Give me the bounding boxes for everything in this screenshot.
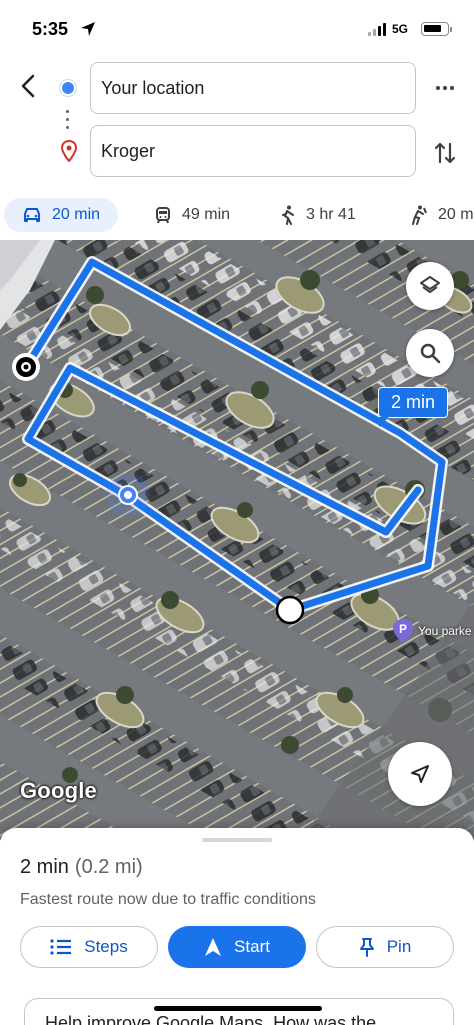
origin-dot-icon [62, 82, 74, 94]
status-bar: 5:35 5G [0, 0, 474, 58]
search-icon [420, 343, 441, 364]
walk-icon [282, 205, 294, 225]
parked-location-label[interactable]: P You parke [392, 618, 472, 644]
pin-button[interactable]: Pin [316, 926, 454, 968]
network-label: 5G [392, 22, 409, 36]
route-duration: 2 min [20, 856, 69, 878]
tab-rideshare[interactable]: 20 m [392, 198, 474, 232]
eta-callout[interactable]: 2 min [378, 387, 449, 427]
tab-driving[interactable]: 20 min [4, 198, 119, 232]
route-details-sheet: 2 min (0.2 mi) Fastest route now due to t… [0, 828, 474, 1025]
route-header: Your location Kroger [0, 58, 474, 194]
steps-label: Steps [84, 937, 128, 956]
list-icon [50, 939, 72, 955]
transit-icon [156, 207, 170, 224]
route-connector [66, 110, 70, 129]
tab-transit-label: 49 min [182, 206, 231, 223]
tab-walking-label: 3 hr 41 [306, 206, 356, 223]
destination-pin-icon [60, 140, 78, 162]
destination-field[interactable]: Kroger [90, 125, 416, 177]
status-time: 5:35 [32, 19, 69, 39]
parked-label-text: You parke [418, 624, 472, 638]
travel-mode-tabs: 20 min 49 min 3 hr 41 20 m [0, 194, 474, 240]
location-arrow-icon [81, 22, 95, 36]
layers-button[interactable] [406, 262, 454, 310]
origin-field[interactable]: Your location [90, 62, 416, 114]
sheet-grabber[interactable] [202, 838, 272, 842]
tab-driving-label: 20 min [52, 206, 101, 223]
pin-icon [359, 938, 374, 957]
car-icon [24, 208, 40, 222]
back-button[interactable] [14, 72, 42, 100]
route-description: Fastest route now due to traffic conditi… [20, 891, 316, 908]
tab-walking[interactable]: 3 hr 41 [262, 198, 374, 232]
back-icon [21, 74, 35, 98]
map-view[interactable]: 2 min P You parke Google [0, 240, 474, 840]
home-indicator [154, 1006, 322, 1011]
start-label: Start [234, 937, 270, 956]
parking-pin-icon: P [393, 619, 413, 643]
rideshare-icon [412, 205, 427, 225]
svg-text:P: P [399, 622, 407, 636]
start-button[interactable]: Start [168, 926, 306, 968]
navigate-button[interactable] [388, 742, 452, 806]
navigate-icon [411, 765, 429, 783]
swap-icon[interactable] [430, 138, 460, 168]
tab-rideshare-label: 20 m [438, 206, 474, 223]
more-options-button[interactable] [430, 78, 460, 98]
route-summary: 2 min (0.2 mi) [20, 856, 143, 879]
steps-button[interactable]: Steps [20, 926, 158, 968]
pin-label: Pin [386, 937, 412, 956]
layers-icon [420, 276, 440, 293]
google-attribution: Google [20, 778, 97, 803]
search-along-route-button[interactable] [406, 329, 454, 377]
tab-transit[interactable]: 49 min [136, 198, 248, 232]
feedback-card[interactable]: Help improve Google Maps. How was the [24, 998, 454, 1025]
route-distance: (0.2 mi) [74, 856, 143, 878]
battery-icon [421, 22, 452, 36]
signal-icon [368, 23, 386, 36]
navigation-arrow-icon [205, 938, 222, 956]
